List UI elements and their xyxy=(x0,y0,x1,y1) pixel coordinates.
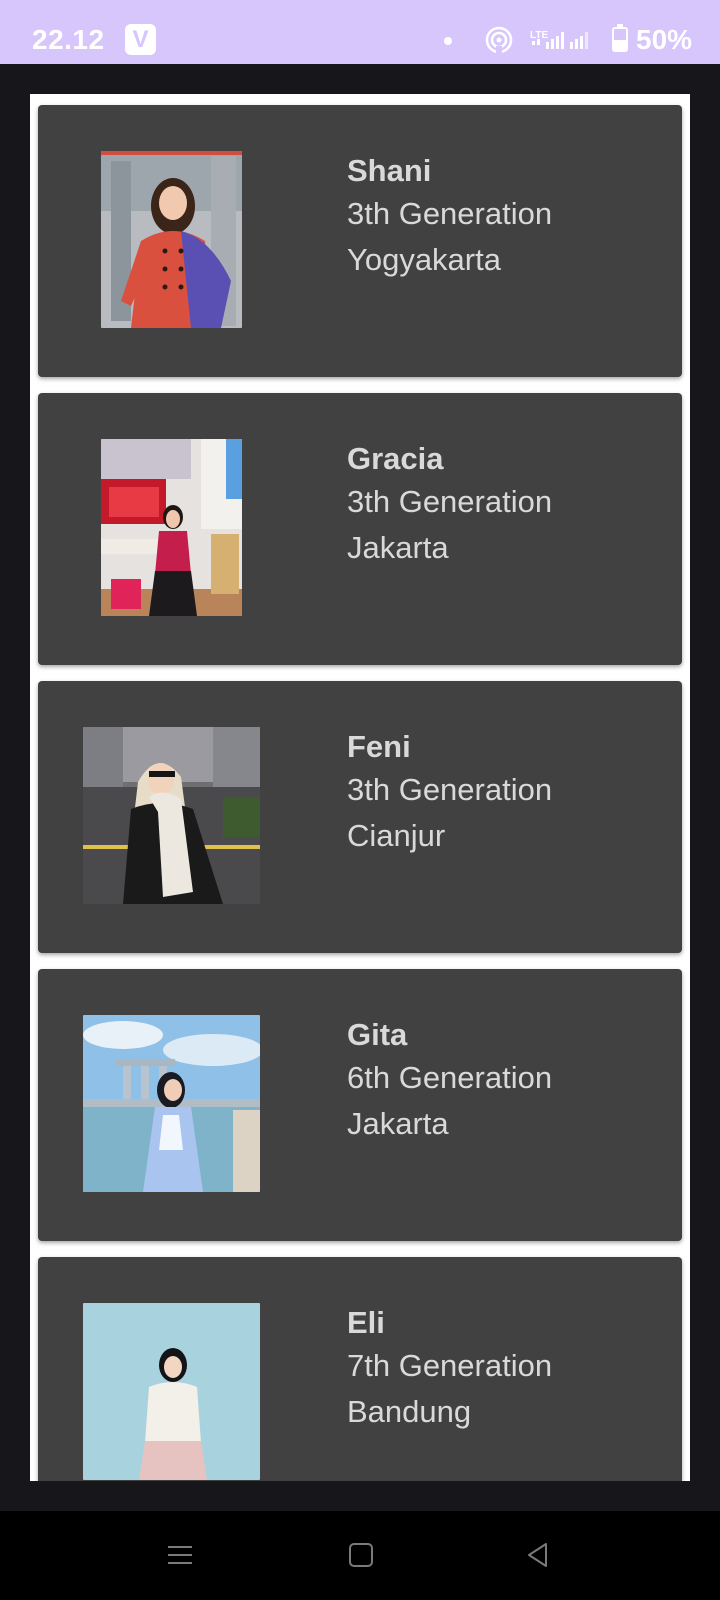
member-photo xyxy=(83,1303,260,1480)
status-time: 22.12 xyxy=(32,24,105,55)
member-city: Jakarta xyxy=(347,1106,449,1141)
member-photo xyxy=(101,151,242,328)
battery-icon xyxy=(612,24,628,52)
member-photo xyxy=(101,439,242,616)
cellular-signal-icon: LTE xyxy=(530,28,602,57)
member-info: Feni 3th Generation Cianjur xyxy=(347,727,552,859)
app-screen: Shani 3th Generation Yogyakarta Gracia 3… xyxy=(0,64,720,1511)
notification-dot-icon xyxy=(444,37,452,45)
navigation-bar xyxy=(0,1511,720,1600)
status-bar: 22.12 V LTE 50% xyxy=(0,0,720,64)
menu-icon[interactable] xyxy=(166,1541,194,1574)
battery-percentage: 50% xyxy=(636,24,693,55)
member-generation: 3th Generation xyxy=(347,484,553,519)
home-square-icon[interactable] xyxy=(347,1541,375,1574)
member-generation: 7th Generation xyxy=(347,1348,553,1383)
back-triangle-icon[interactable] xyxy=(524,1541,552,1574)
member-list[interactable]: Shani 3th Generation Yogyakarta Gracia 3… xyxy=(30,94,690,1481)
hotspot-icon xyxy=(485,26,513,59)
member-generation: 3th Generation xyxy=(347,196,553,231)
member-city: Jakarta xyxy=(347,530,449,565)
member-generation: 3th Generation xyxy=(347,772,553,807)
member-info: Gracia 3th Generation Jakarta xyxy=(347,439,552,571)
member-city: Bandung xyxy=(347,1394,472,1429)
member-name: Gita xyxy=(347,1017,408,1052)
member-info: Gita 6th Generation Jakarta xyxy=(347,1015,552,1147)
member-card[interactable]: Feni 3th Generation Cianjur xyxy=(38,681,682,953)
member-city: Cianjur xyxy=(347,818,446,853)
member-card[interactable]: Gita 6th Generation Jakarta xyxy=(38,969,682,1241)
app-notification-icon: V xyxy=(125,24,156,55)
member-info: Shani 3th Generation Yogyakarta xyxy=(347,151,552,283)
member-info: Eli 7th Generation Bandung xyxy=(347,1303,552,1435)
member-generation: 6th Generation xyxy=(347,1060,553,1095)
member-name: Feni xyxy=(347,729,411,764)
member-photo xyxy=(83,727,260,904)
member-card[interactable]: Shani 3th Generation Yogyakarta xyxy=(38,105,682,377)
member-card[interactable]: Gracia 3th Generation Jakarta xyxy=(38,393,682,665)
member-photo xyxy=(83,1015,260,1192)
member-city: Yogyakarta xyxy=(347,242,501,277)
member-name: Eli xyxy=(347,1305,385,1340)
member-name: Gracia xyxy=(347,441,444,476)
member-card[interactable]: Eli 7th Generation Bandung xyxy=(38,1257,682,1481)
member-name: Shani xyxy=(347,153,432,188)
